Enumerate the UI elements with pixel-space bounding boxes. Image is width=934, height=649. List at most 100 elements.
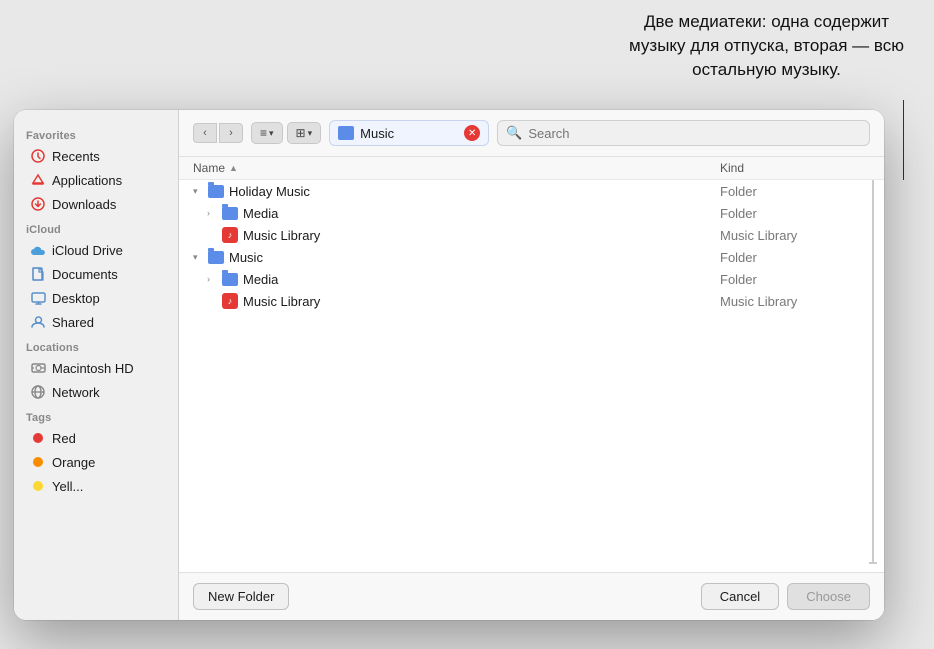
- sort-arrow-icon: ▲: [229, 163, 238, 173]
- new-folder-button[interactable]: New Folder: [193, 583, 289, 610]
- folder-icon: [208, 251, 224, 264]
- expand-chevron-icon: ›: [207, 208, 217, 218]
- macintosh-icon: [30, 360, 46, 376]
- choose-button[interactable]: Choose: [787, 583, 870, 610]
- list-view-button[interactable]: ≡ ▾: [251, 122, 283, 144]
- open-dialog: Favorites Recents Applications: [14, 110, 884, 620]
- column-name-header[interactable]: Name ▲: [193, 161, 720, 175]
- sidebar-item-applications[interactable]: Applications: [18, 168, 174, 192]
- file-list: Name ▲ Kind ▾ Holiday Music Folder: [179, 157, 884, 572]
- sidebar-item-icloud-drive[interactable]: iCloud Drive: [18, 238, 174, 262]
- file-row-name: › Media: [207, 206, 720, 221]
- downloads-label: Downloads: [52, 197, 116, 212]
- col-kind-label: Kind: [720, 161, 744, 175]
- recents-icon: [30, 148, 46, 164]
- icloud-header: iCloud: [14, 216, 178, 238]
- file-row-name: Music Library: [207, 293, 720, 309]
- file-row-name: Music Library: [207, 227, 720, 243]
- applications-icon: [30, 172, 46, 188]
- file-name: Music Library: [243, 228, 320, 243]
- sidebar-item-downloads[interactable]: Downloads: [18, 192, 174, 216]
- icloud-drive-icon: [30, 242, 46, 258]
- recents-label: Recents: [52, 149, 100, 164]
- file-kind: Folder: [720, 272, 870, 287]
- table-row[interactable]: Music Library Music Library: [179, 224, 884, 246]
- folder-icon: [222, 273, 238, 286]
- sidebar-item-desktop[interactable]: Desktop: [18, 286, 174, 310]
- network-icon: [30, 384, 46, 400]
- forward-button[interactable]: ›: [219, 123, 243, 143]
- location-clear-button[interactable]: ✕: [464, 125, 480, 141]
- back-button[interactable]: ‹: [193, 123, 217, 143]
- location-folder-icon: [338, 126, 354, 140]
- search-input[interactable]: [528, 126, 861, 141]
- sidebar-item-macintosh[interactable]: Macintosh HD: [18, 356, 174, 380]
- tag-red-icon: [30, 430, 46, 446]
- sidebar-item-tag-orange[interactable]: Orange: [18, 450, 174, 474]
- search-bar[interactable]: 🔍: [497, 120, 870, 146]
- icloud-drive-label: iCloud Drive: [52, 243, 123, 258]
- annotation-text: Две медиатеки: одна содержит музыку для …: [629, 10, 904, 81]
- file-row-name: ▾ Music: [193, 250, 720, 265]
- nav-buttons: ‹ ›: [193, 123, 243, 143]
- bottom-bar: New Folder Cancel Choose: [179, 572, 884, 620]
- file-kind: Folder: [720, 250, 870, 265]
- expand-chevron-icon: ›: [207, 274, 217, 284]
- table-row[interactable]: › Media Folder: [179, 202, 884, 224]
- tags-header: Tags: [14, 404, 178, 426]
- file-kind: Folder: [720, 184, 870, 199]
- column-kind-header: Kind: [720, 161, 870, 175]
- file-name: Media: [243, 206, 278, 221]
- file-kind: Music Library: [720, 228, 870, 243]
- desktop-label: Desktop: [52, 291, 100, 306]
- tag-orange-icon: [30, 454, 46, 470]
- network-label: Network: [52, 385, 100, 400]
- sidebar: Favorites Recents Applications: [14, 110, 179, 620]
- grid-view-icon: ⊞: [296, 126, 306, 140]
- table-row[interactable]: ▾ Holiday Music Folder: [179, 180, 884, 202]
- grid-view-button[interactable]: ⊞ ▾: [287, 122, 322, 144]
- file-kind: Music Library: [720, 294, 870, 309]
- table-row[interactable]: › Media Folder: [179, 268, 884, 290]
- cancel-button[interactable]: Cancel: [701, 583, 779, 610]
- macintosh-label: Macintosh HD: [52, 361, 134, 376]
- sidebar-item-recents[interactable]: Recents: [18, 144, 174, 168]
- favorites-header: Favorites: [14, 122, 178, 144]
- annotation-connector-line: [903, 100, 904, 180]
- desktop-icon: [30, 290, 46, 306]
- file-row-name: › Media: [207, 272, 720, 287]
- sidebar-item-tag-yellow[interactable]: Yell...: [18, 474, 174, 498]
- music-library-icon: [222, 293, 238, 309]
- file-list-header: Name ▲ Kind: [179, 157, 884, 180]
- file-row-name: ▾ Holiday Music: [193, 184, 720, 199]
- location-bar[interactable]: Music ✕: [329, 120, 489, 146]
- grid-view-chevron: ▾: [308, 128, 313, 139]
- file-name: Music: [229, 250, 263, 265]
- list-view-chevron: ▾: [269, 128, 274, 139]
- sidebar-item-documents[interactable]: Documents: [18, 262, 174, 286]
- table-row[interactable]: ▾ Music Folder: [179, 246, 884, 268]
- documents-label: Documents: [52, 267, 118, 282]
- annotation-line2: музыку для отпуска, вторая — всю: [629, 36, 904, 55]
- sidebar-item-tag-red[interactable]: Red: [18, 426, 174, 450]
- locations-header: Locations: [14, 334, 178, 356]
- folder-icon: [208, 185, 224, 198]
- tag-yellow-label: Yell...: [52, 479, 83, 494]
- expand-chevron-icon: ▾: [193, 252, 203, 263]
- sidebar-item-network[interactable]: Network: [18, 380, 174, 404]
- list-view-icon: ≡: [260, 126, 267, 140]
- table-row[interactable]: Music Library Music Library: [179, 290, 884, 312]
- shared-icon: [30, 314, 46, 330]
- file-name: Media: [243, 272, 278, 287]
- downloads-icon: [30, 196, 46, 212]
- view-buttons: ≡ ▾ ⊞ ▾: [251, 122, 321, 144]
- file-name: Music Library: [243, 294, 320, 309]
- annotation-line3: остальную музыку.: [692, 60, 841, 79]
- main-content: ‹ › ≡ ▾ ⊞ ▾ Music ✕: [179, 110, 884, 620]
- shared-label: Shared: [52, 315, 94, 330]
- file-kind: Folder: [720, 206, 870, 221]
- documents-icon: [30, 266, 46, 282]
- sidebar-item-shared[interactable]: Shared: [18, 310, 174, 334]
- file-name: Holiday Music: [229, 184, 310, 199]
- location-text: Music: [360, 126, 458, 141]
